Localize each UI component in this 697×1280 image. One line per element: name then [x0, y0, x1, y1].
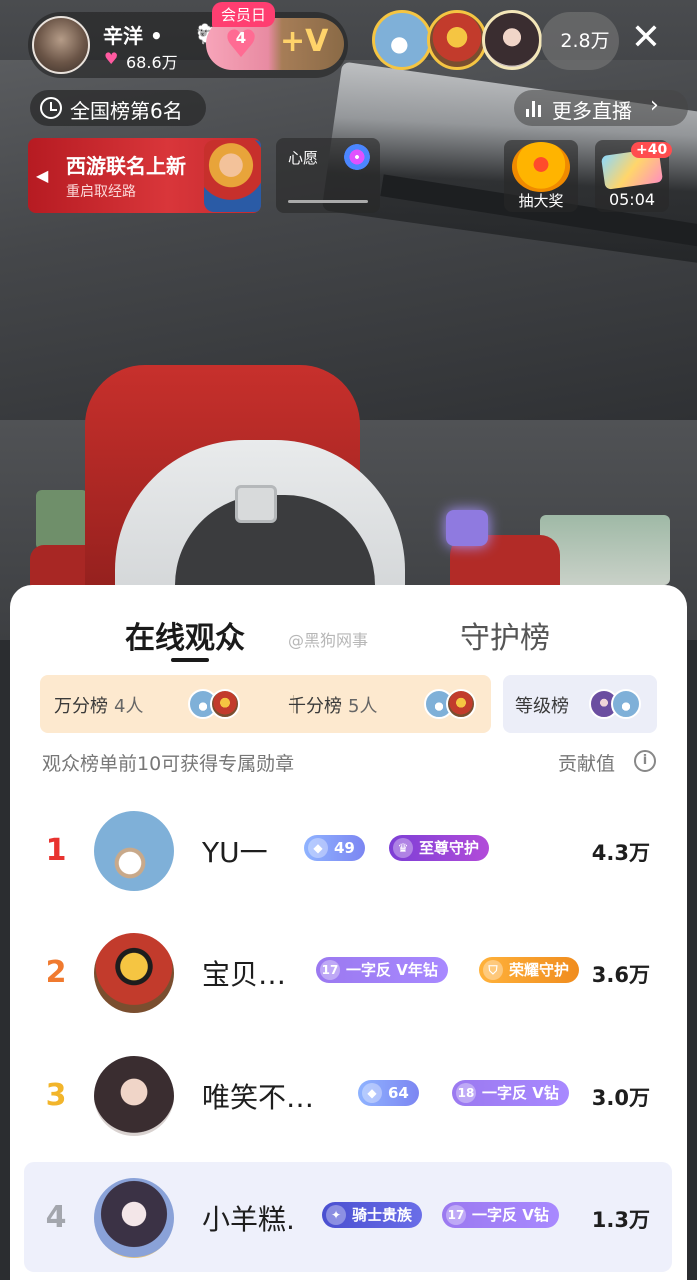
- level-rank-button[interactable]: 等级榜: [503, 675, 657, 733]
- tab-online-viewers[interactable]: 在线观众: [125, 613, 245, 657]
- list-item[interactable]: 2 宝贝… 17 一字反 V年钻 ⛉ 荣耀守护 3.6万: [24, 917, 672, 1027]
- rank-text: 全国榜第6名: [70, 99, 183, 123]
- rank-number: 2: [45, 955, 67, 990]
- fan-club-badge[interactable]: 17 一字反 V钻: [442, 1202, 559, 1228]
- contribution-value: 3.0万: [591, 1086, 650, 1110]
- avatar[interactable]: [372, 10, 432, 70]
- fan-level-badge[interactable]: ◆ 64: [358, 1080, 419, 1106]
- monkey-king-image: [204, 140, 261, 212]
- promo-title: 西游联名上新: [66, 154, 186, 178]
- tab-underline: [171, 658, 209, 662]
- info-icon[interactable]: i: [634, 750, 656, 772]
- level-17-icon: 17: [446, 1205, 466, 1225]
- national-rank-pill[interactable]: 全国榜第6名: [30, 90, 206, 126]
- knight-icon: ✦: [326, 1205, 346, 1225]
- clock-icon: [40, 97, 62, 119]
- lottery-button[interactable]: 抽大奖: [504, 140, 578, 212]
- host-avatar[interactable]: [32, 16, 90, 74]
- heart-icon: ♥: [104, 49, 119, 68]
- fan-level-badge[interactable]: ◆ 49: [304, 835, 365, 861]
- contribution-label: 贡献值: [558, 753, 616, 775]
- timer-gift[interactable]: +40 05:04: [595, 140, 673, 212]
- chevron-left-icon[interactable]: ◀: [36, 166, 48, 185]
- qian-rank-label[interactable]: 千分榜 5人: [288, 692, 377, 718]
- noble-badge[interactable]: ✦ 骑士贵族: [322, 1202, 423, 1228]
- level-17-icon: 17: [320, 960, 340, 980]
- viewer-list-sheet: 在线观众 守护榜 @黑狗网事 万分榜 4人 千分榜 5人 等级榜 观众榜单前10可获…: [10, 585, 687, 1280]
- watermark: @黑狗网事: [288, 631, 369, 650]
- diamond-icon: ◆: [308, 838, 328, 858]
- lottery-label: 抽大奖: [518, 192, 564, 210]
- list-item[interactable]: 4 小羊糕. ✦ 骑士贵族 17 一字反 V钻 1.3万: [24, 1162, 672, 1272]
- rank-number: 3: [45, 1078, 67, 1113]
- chevron-right-icon: ›: [650, 93, 659, 118]
- score-rank-switch[interactable]: 万分榜 4人 千分榜 5人: [40, 675, 491, 733]
- wan-rank-label[interactable]: 万分榜 4人: [54, 692, 143, 718]
- avatar[interactable]: [94, 1178, 174, 1258]
- level-rank-avatars: [589, 689, 649, 721]
- contribution-value: 1.3万: [591, 1208, 650, 1232]
- bars-icon: [526, 99, 544, 117]
- timer-countdown: 05:04: [608, 190, 656, 209]
- promo-subtitle: 重启取经路: [66, 184, 136, 200]
- rank-hint: 观众榜单前10可获得专属勋章: [42, 753, 295, 775]
- qian-rank-avatars: [424, 689, 484, 721]
- crown-icon: ♛: [393, 838, 413, 858]
- host-name: 辛洋 •: [103, 24, 163, 48]
- wish-label: 心愿: [288, 149, 319, 167]
- fan-level-badge[interactable]: 17 一字反 V年钻: [316, 957, 448, 983]
- wan-rank-avatars: [188, 689, 248, 721]
- viewer-name[interactable]: 唯笑不…: [202, 1076, 314, 1116]
- close-icon[interactable]: ✕: [628, 20, 664, 56]
- bonus-badge: +40: [631, 142, 673, 158]
- list-item[interactable]: 3 唯笑不… ◆ 64 18 一字反 V钻 3.0万: [24, 1040, 672, 1150]
- guard-badge[interactable]: ⛉ 荣耀守护: [479, 957, 580, 983]
- guard-badge[interactable]: ♛ 至尊守护: [389, 835, 490, 861]
- avatar[interactable]: [482, 10, 542, 70]
- member-heart-count: 4: [235, 29, 247, 47]
- lottery-icon: [512, 142, 570, 192]
- avatar[interactable]: [94, 811, 174, 891]
- viewer-name[interactable]: YU一: [202, 831, 268, 871]
- shield-icon: ⛉: [483, 960, 503, 980]
- level-rank-label: 等级榜: [515, 696, 569, 717]
- viewer-count[interactable]: 2.8万: [541, 12, 619, 70]
- avatar[interactable]: [94, 1056, 174, 1136]
- firework-icon: [344, 144, 370, 170]
- contribution-value: 3.6万: [591, 963, 650, 987]
- viewer-name[interactable]: 宝贝…: [202, 953, 286, 993]
- fan-club-badge[interactable]: 18 一字反 V钻: [452, 1080, 569, 1106]
- promo-banner[interactable]: ◀ 西游联名上新 重启取经路: [28, 138, 261, 213]
- viewer-name[interactable]: 小羊糕.: [202, 1198, 295, 1238]
- level-18-icon: 18: [456, 1083, 476, 1103]
- avatar[interactable]: [427, 10, 487, 70]
- list-item[interactable]: 1 YU一 ◆ 49 ♛ 至尊守护 4.3万: [24, 795, 672, 905]
- tab-guard-rank[interactable]: 守护榜: [460, 613, 550, 657]
- diamond-icon: ◆: [362, 1083, 382, 1103]
- host-fans: 68.6万: [126, 53, 178, 72]
- avatar[interactable]: [94, 933, 174, 1013]
- rank-number: 4: [45, 1200, 67, 1235]
- rank-number: 1: [45, 833, 67, 868]
- plus-v-label: +V: [280, 24, 329, 59]
- contribution-value: 4.3万: [591, 841, 650, 865]
- more-live-label: 更多直播: [552, 99, 632, 123]
- more-live-button[interactable]: 更多直播 ›: [514, 90, 688, 126]
- wish-progress: [288, 200, 368, 203]
- wish-widget[interactable]: 心愿: [276, 138, 380, 213]
